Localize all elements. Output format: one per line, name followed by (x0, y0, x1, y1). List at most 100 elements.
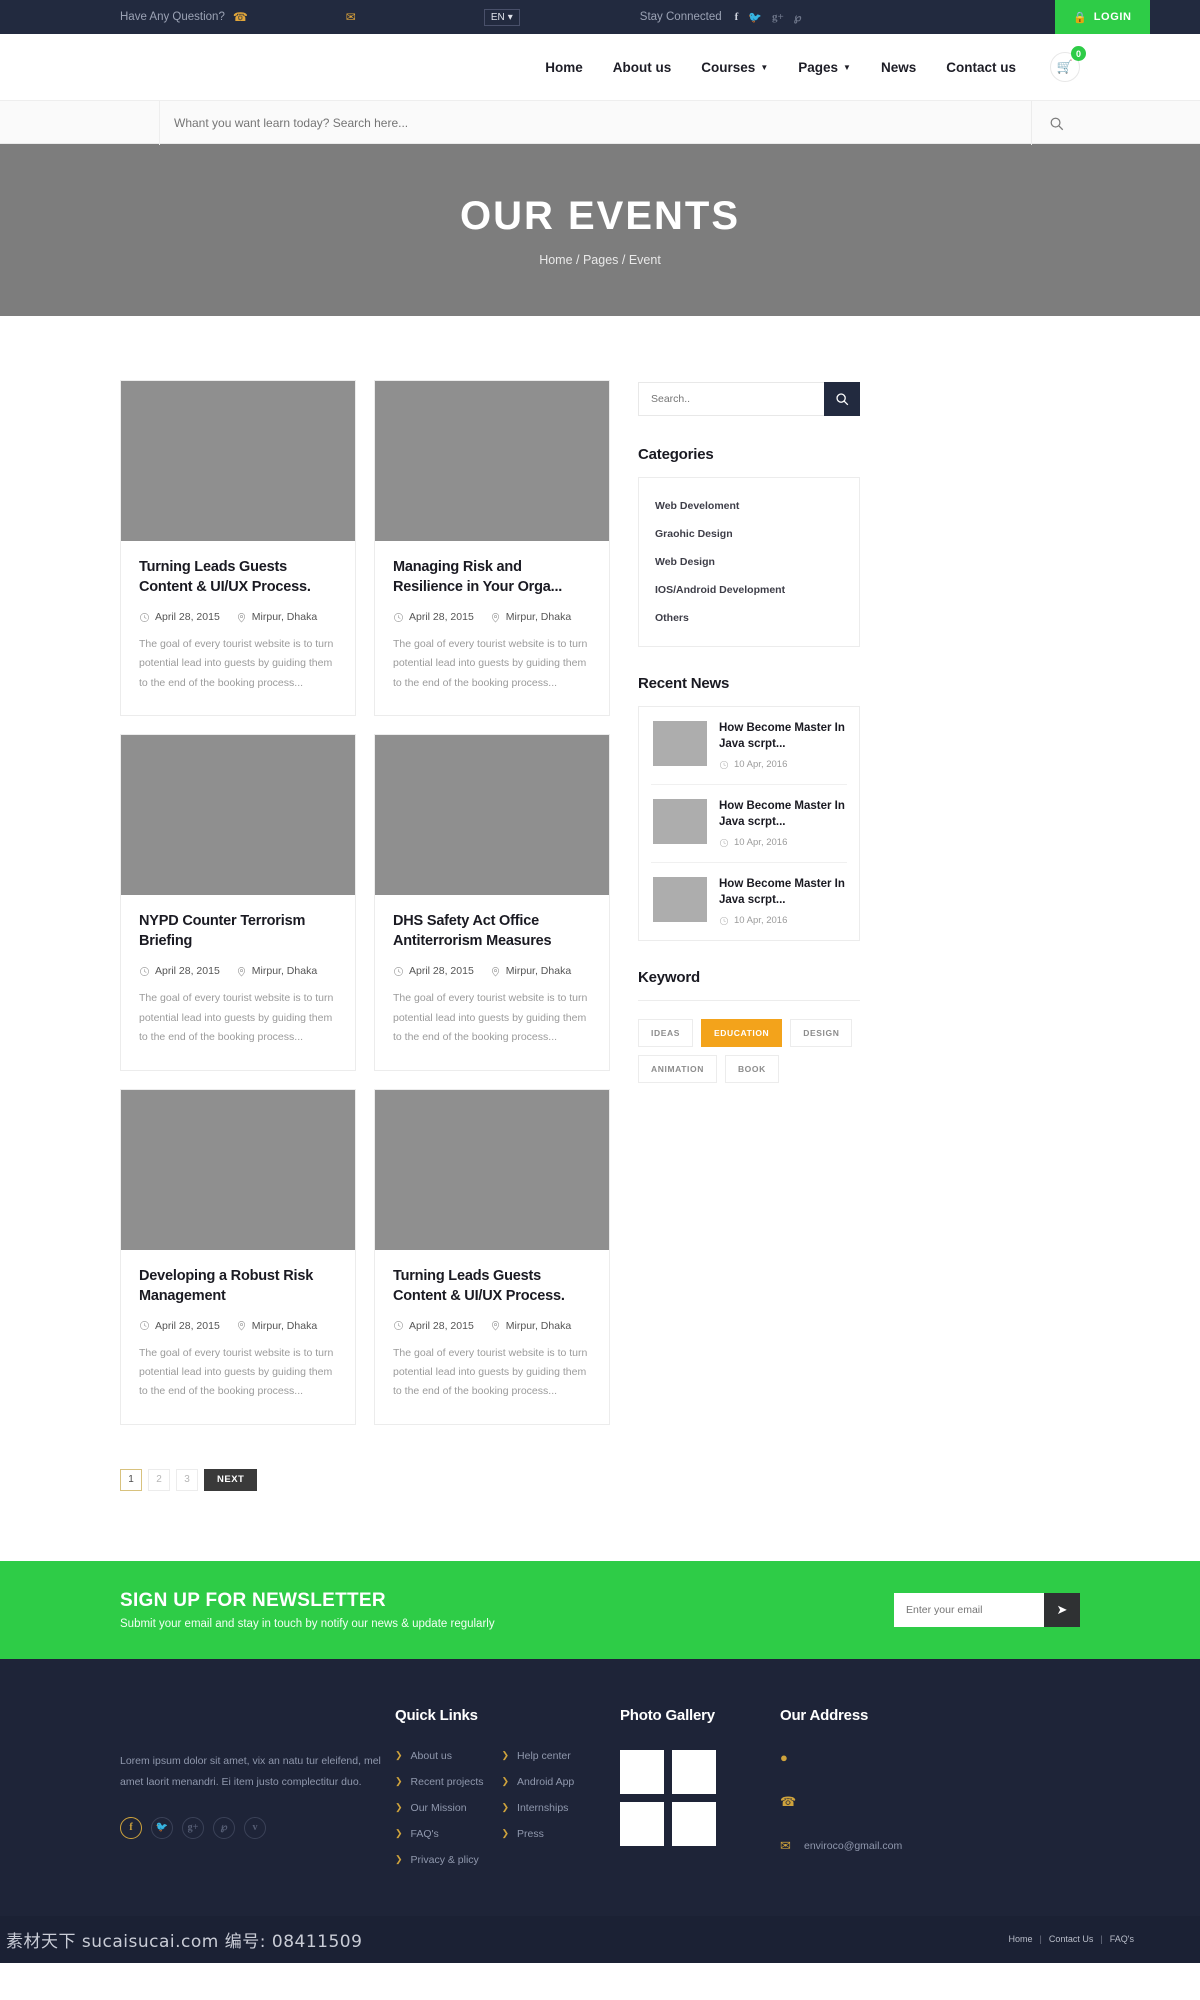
footer-quick-link[interactable]: ❯ Internships (502, 1802, 575, 1814)
keyword-tag[interactable]: DESIGN (790, 1019, 853, 1048)
pagination-page[interactable]: 2 (148, 1468, 170, 1491)
gallery-thumbnail[interactable] (620, 1749, 664, 1794)
footer-quick-link[interactable]: ❯ Help center (502, 1750, 575, 1762)
footer-quick-links-column-2: ❯ Help center ❯ Android App ❯ Internships ❯ Pre… (502, 1750, 575, 1866)
newsletter-submit-button[interactable]: ➤ (1044, 1592, 1080, 1627)
pagination-next-button[interactable]: NEXT (204, 1468, 258, 1491)
footer-address: Our Address ● ☎ ✉ enviroco@gmail.com (780, 1707, 1040, 1882)
top-bar: Have Any Question? ☎ ✉ EN ▾ Stay Connect… (0, 0, 1200, 34)
cart-count-badge: 0 (1071, 46, 1086, 61)
nav-item-pages[interactable]: Pages ▼ (798, 60, 851, 75)
event-card[interactable]: Turning Leads Guests Content & UI/UX Pro… (374, 1088, 610, 1425)
event-card[interactable]: Turning Leads Guests Content & UI/UX Pro… (120, 380, 356, 717)
language-selector[interactable]: EN ▾ (483, 8, 520, 26)
page-root: Have Any Question? ☎ ✉ EN ▾ Stay Connect… (0, 0, 1200, 1963)
category-item[interactable]: IOS/Android Development (639, 576, 859, 604)
google-plus-icon[interactable]: g+ (182, 1816, 204, 1839)
bottom-bar-link[interactable]: Contact Us (1049, 1934, 1094, 1944)
twitter-icon[interactable]: 🐦 (748, 11, 762, 24)
event-card-location-text: Mirpur, Dhaka (505, 611, 572, 623)
search-icon[interactable] (1032, 101, 1080, 145)
facebook-icon[interactable]: f (735, 11, 739, 23)
chevron-right-icon: ❯ (501, 1828, 510, 1839)
keyword-tag[interactable]: ANIMATION (638, 1055, 717, 1084)
footer-quick-link[interactable]: ❯ Recent projects (395, 1776, 484, 1788)
nav-item-news[interactable]: News (881, 60, 916, 75)
footer-quick-link[interactable]: ❯ About us (395, 1750, 484, 1762)
event-card-location-text: Mirpur, Dhaka (251, 611, 318, 623)
recent-news-thumbnail (653, 799, 707, 845)
category-item[interactable]: Web Develoment (639, 492, 859, 520)
twitter-icon[interactable]: 🐦 (151, 1816, 173, 1839)
nav-item-contact-us[interactable]: Contact us (946, 60, 1016, 75)
google-plus-icon[interactable]: g+ (772, 11, 784, 23)
nav-item-about-us-label: About us (612, 59, 672, 75)
footer-quick-link-label: Press (517, 1827, 544, 1840)
breadcrumb: Home / Pages / Event (539, 252, 661, 267)
global-search-input[interactable] (160, 101, 1031, 145)
bottom-bar-link[interactable]: Home (1009, 1934, 1033, 1944)
keyword-tag[interactable]: EDUCATION (700, 1019, 783, 1048)
chevron-right-icon: ❯ (501, 1776, 510, 1787)
footer-address-email-row: ✉ enviroco@gmail.com (780, 1838, 1040, 1874)
login-button[interactable]: 🔒 LOGIN (1055, 0, 1150, 34)
event-card-image (375, 735, 609, 896)
keyword-tag[interactable]: IDEAS (638, 1019, 693, 1048)
bottom-bar-link[interactable]: FAQ's (1110, 1934, 1134, 1944)
event-card[interactable]: Developing a Robust Risk Management April… (120, 1088, 356, 1425)
lock-icon: 🔒 (1073, 11, 1088, 24)
gallery-thumbnail[interactable] (672, 1749, 716, 1794)
category-item[interactable]: Web Design (639, 548, 859, 576)
footer-quick-link[interactable]: ❯ Our Mission (395, 1802, 484, 1814)
event-card-date: April 28, 2015 (393, 965, 474, 977)
nav-item-courses[interactable]: Courses ▼ (701, 60, 768, 75)
event-card[interactable]: DHS Safety Act Office Antiterrorism Meas… (374, 734, 610, 1071)
recent-news-date: 10 Apr, 2016 (719, 759, 845, 770)
chevron-down-icon: ▾ (507, 11, 513, 23)
gallery-thumbnail[interactable] (620, 1801, 664, 1846)
facebook-icon[interactable]: f (120, 1816, 142, 1839)
recent-news-item[interactable]: How Become Master In Java scrpt... 10 Apr… (651, 707, 847, 786)
vimeo-icon[interactable]: v (244, 1816, 266, 1839)
sidebar-search-input[interactable] (638, 382, 824, 416)
nav-item-about-us[interactable]: About us (613, 60, 672, 75)
sidebar-search-button[interactable] (824, 382, 860, 416)
footer-quick-link[interactable]: ❯ FAQ's (395, 1828, 484, 1840)
footer-quick-link[interactable]: ❯ Android App (502, 1776, 575, 1788)
newsletter-text: SIGN UP FOR NEWSLETTER Submit your email… (120, 1590, 495, 1630)
event-card-date: April 28, 2015 (139, 965, 220, 977)
newsletter-email-input[interactable] (894, 1592, 1044, 1627)
event-card-image (121, 735, 355, 896)
recent-news-title: How Become Master In Java scrpt... (719, 800, 845, 828)
event-card-image (121, 1089, 355, 1250)
gallery-thumbnail[interactable] (672, 1801, 716, 1846)
footer-quick-link-label: Android App (517, 1775, 575, 1788)
recent-news-item[interactable]: How Become Master In Java scrpt... 10 Apr… (651, 785, 847, 864)
nav-links: Home About us Courses ▼ Pages ▼ News Conta… (545, 60, 1016, 75)
cart-button[interactable]: 🛒 0 (1050, 46, 1086, 82)
search-bar-left-spacer (120, 101, 160, 145)
footer-address-title: Our Address (780, 1706, 869, 1724)
category-item[interactable]: Others (639, 604, 859, 632)
category-item[interactable]: Graohic Design (639, 520, 859, 548)
newsletter-subtitle: Submit your email and stay in touch by n… (120, 1617, 495, 1630)
footer-quick-links-title: Quick Links (395, 1706, 478, 1724)
bottom-bar-links: Home | Contact Us | FAQ's (1009, 1934, 1134, 1944)
pagination-page[interactable]: 3 (176, 1468, 198, 1491)
event-card[interactable]: NYPD Counter Terrorism Briefing April 28,… (120, 734, 356, 1071)
footer-quick-link[interactable]: ❯ Privacy & plicy (395, 1854, 484, 1866)
footer-quick-link[interactable]: ❯ Press (502, 1828, 575, 1840)
event-card-title: NYPD Counter Terrorism Briefing (139, 913, 306, 950)
pinterest-icon[interactable]: ℘ (213, 1816, 235, 1839)
event-card-image (375, 1089, 609, 1250)
chevron-down-icon: ▼ (843, 62, 851, 72)
nav-item-home[interactable]: Home (545, 60, 583, 75)
event-card-excerpt: The goal of every tourist website is to … (139, 1346, 334, 1398)
event-card[interactable]: Managing Risk and Resilience in Your Org… (374, 380, 610, 717)
event-card-excerpt: The goal of every tourist website is to … (393, 992, 588, 1044)
footer-address-email-text[interactable]: enviroco@gmail.com (804, 1838, 902, 1856)
keyword-tag[interactable]: BOOK (724, 1055, 779, 1084)
recent-news-item[interactable]: How Become Master In Java scrpt... 10 Apr… (651, 863, 847, 940)
pagination-page[interactable]: 1 (120, 1468, 142, 1491)
pinterest-icon[interactable]: ℘ (794, 11, 802, 24)
